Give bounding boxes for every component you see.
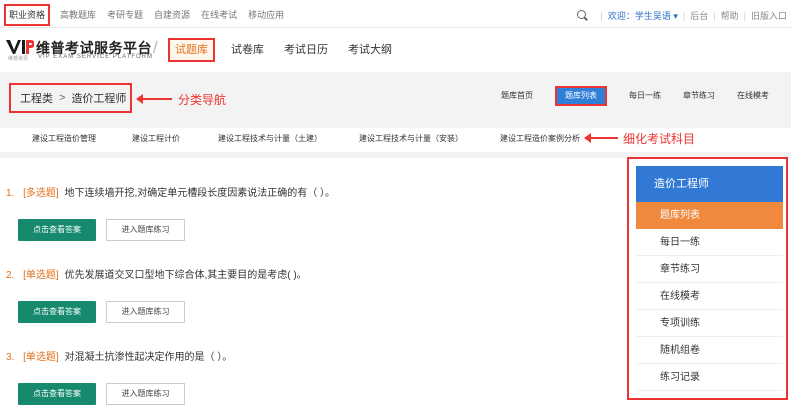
sub-nav-chapter-practice[interactable]: 章节练习 [683,87,715,105]
sidebar-item-special-training[interactable]: 专项训练 [636,310,783,337]
subject-cost-management[interactable]: 建设工程造价管理 [32,133,96,144]
question-type: [多选题] [23,188,59,199]
sidebar-menu: 题库列表 每日一练 章节练习 在线模考 专项训练 随机组卷 练习记录 [636,202,783,391]
question-item[interactable]: 2. [单选题] 优先发展道交叉口型地下综合体,其主要目的是考虑( )。 [6,266,307,281]
sidebar-item-bank-list[interactable]: 题库列表 [636,202,783,229]
main-nav: 试题库 试卷库 考试日历 考试大纲 [168,38,412,62]
enter-practice-button[interactable]: 进入题库练习 [106,301,185,323]
sub-nav: 题库首页 题库列表 每日一练 章节练习 在线模考 [479,86,769,106]
top-nav-custom-resources[interactable]: 自建资源 [154,6,190,24]
top-bar: 职业资格 高教题库 考研专题 自建资源 在线考试 移动应用 | 欢迎：学生吴语 … [0,0,791,28]
sub-nav-bank-home[interactable]: 题库首页 [501,87,533,105]
question-text: 对混凝土抗渗性起决定作用的是（ ）。 [64,352,233,363]
question-type: [单选题] [23,270,59,281]
divider: | [713,10,716,21]
sidebar: 造价工程师 题库列表 每日一练 章节练习 在线模考 专项训练 随机组卷 练习记录 [627,157,788,400]
question-number: 1. [6,188,15,199]
view-answer-button[interactable]: 点击查看答案 [18,301,96,323]
question-text: 地下连续墙开挖,对确定单元槽段长度因素说法正确的有（ ）。 [64,188,336,199]
subject-tech-civil[interactable]: 建设工程技术与计量（土建） [218,133,322,144]
top-nav-postgrad[interactable]: 考研专题 [107,6,143,24]
annotation-arrow-subject [584,133,618,143]
breadcrumb-root[interactable]: 工程类 [20,90,53,106]
view-answer-button[interactable]: 点击查看答案 [18,383,96,405]
old-version-link[interactable]: 旧版入口 [751,9,787,22]
sidebar-item-daily-practice[interactable]: 每日一练 [636,229,783,256]
top-nav-mobile-app[interactable]: 移动应用 [248,6,284,24]
sidebar-item-online-mock[interactable]: 在线模考 [636,283,783,310]
top-nav-professional[interactable]: 职业资格 [4,4,51,26]
enter-practice-button[interactable]: 进入题库练习 [106,383,185,405]
question-text: 优先发展道交叉口型地下综合体,其主要目的是考虑( )。 [64,270,307,281]
top-nav: 职业资格 高教题库 考研专题 自建资源 在线考试 移动应用 [4,4,295,26]
sub-nav-bank-list[interactable]: 题库列表 [555,86,607,106]
divider: | [743,10,746,21]
sidebar-title: 造价工程师 [636,166,783,202]
sidebar-item-random-paper[interactable]: 随机组卷 [636,337,783,364]
question-number: 2. [6,270,15,281]
annotation-arrow-category [136,94,172,104]
sub-nav-daily-practice[interactable]: 每日一练 [629,87,661,105]
header-divider: / [153,38,158,57]
question-type: [单选题] [23,352,59,363]
question-number: 3. [6,352,15,363]
enter-practice-button[interactable]: 进入题库练习 [106,219,185,241]
subject-tech-install[interactable]: 建设工程技术与计量（安装） [359,133,463,144]
logo-subtitle: VIP EXAM SERVICE PLATFORM [38,54,154,60]
sidebar-item-chapter-practice[interactable]: 章节练习 [636,256,783,283]
top-right-links: | 欢迎：学生吴语 ▾ | 后台 | 帮助 | 旧版入口 [576,9,787,22]
sidebar-item-practice-record[interactable]: 练习记录 [636,364,783,391]
divider: | [600,10,603,21]
sub-nav-bank-list-label: 题库列表 [557,88,605,104]
search-icon[interactable] [576,10,588,21]
divider: | [682,10,686,21]
site-logo[interactable]: 维普考试服务平台 VIP EXAM SERVICE PLATFORM 维普资讯 [6,38,152,62]
user-welcome-menu[interactable]: 欢迎：学生吴语 ▾ [608,9,678,22]
annotation-subject-detail: 细化考试科目 [623,132,696,146]
logo-brand: 维普资讯 [8,56,29,62]
breadcrumb-current: 造价工程师 [71,93,127,105]
main-nav-exam-calendar[interactable]: 考试日历 [284,40,328,60]
subject-valuation[interactable]: 建设工程计价 [132,133,180,144]
main-nav-paper-bank[interactable]: 试卷库 [231,40,264,60]
view-answer-button[interactable]: 点击查看答案 [18,219,96,241]
main-nav-question-bank[interactable]: 试题库 [168,38,215,62]
subject-case-analysis[interactable]: 建设工程造价案例分析 [500,133,580,144]
help-link[interactable]: 帮助 [721,9,739,22]
admin-link[interactable]: 后台 [690,9,708,22]
annotation-category-nav: 分类导航 [178,93,227,107]
question-item[interactable]: 3. [单选题] 对混凝土抗渗性起决定作用的是（ ）。 [6,348,232,363]
breadcrumb: 工程类 > 造价工程师 [9,83,132,113]
main-nav-exam-syllabus[interactable]: 考试大纲 [348,40,392,60]
breadcrumb-separator: > [59,92,66,104]
top-nav-higher-edu[interactable]: 高教题库 [60,6,96,24]
question-item[interactable]: 1. [多选题] 地下连续墙开挖,对确定单元槽段长度因素说法正确的有（ ）。 [6,184,335,199]
sub-nav-online-mock[interactable]: 在线模考 [737,87,769,105]
top-nav-online-exam[interactable]: 在线考试 [201,6,237,24]
site-header: 维普考试服务平台 VIP EXAM SERVICE PLATFORM 维普资讯 … [0,28,791,70]
subject-bar: 建设工程造价管理 建设工程计价 建设工程技术与计量（土建） 建设工程技术与计量（… [0,128,791,152]
category-band: 工程类 > 造价工程师 分类导航 题库首页 题库列表 每日一练 章节练习 在线模… [0,72,791,158]
